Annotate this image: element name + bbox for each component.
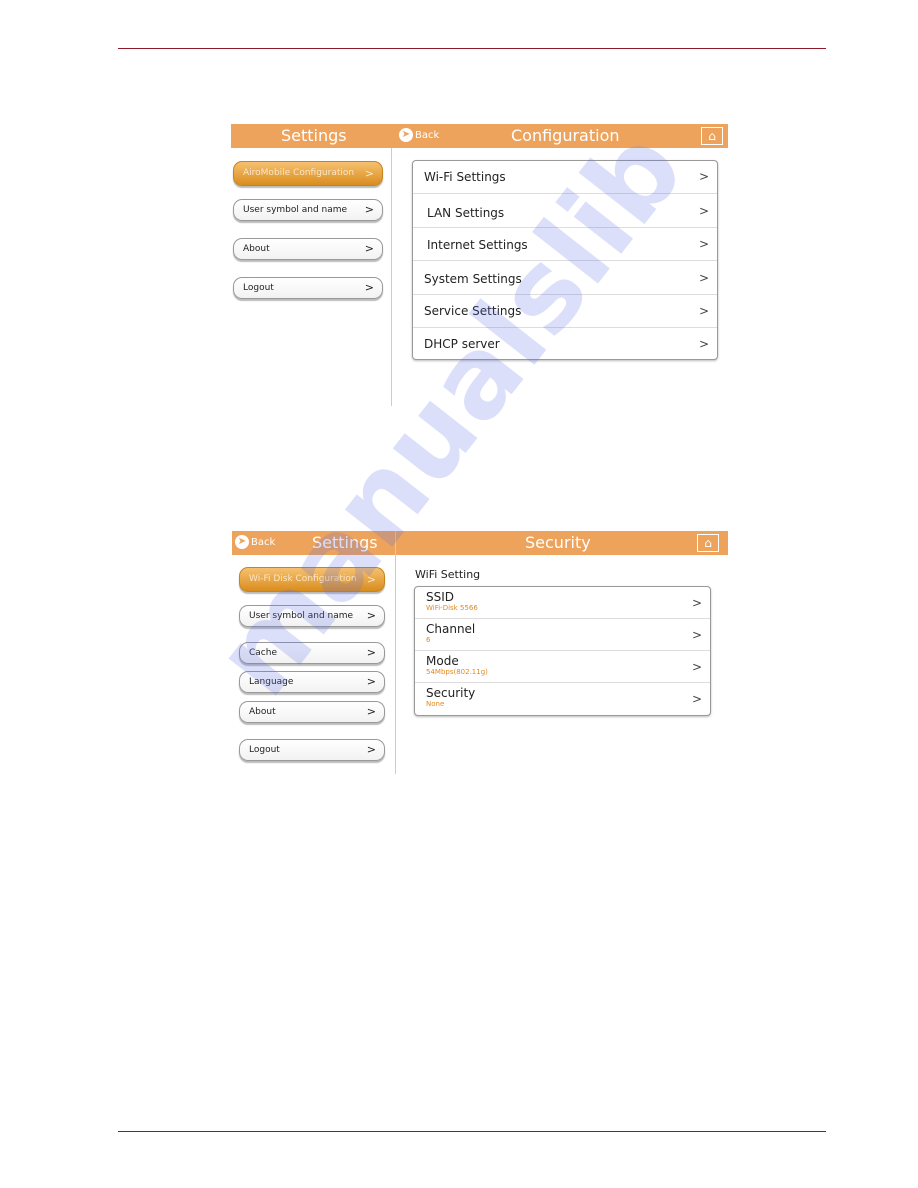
ssid-item[interactable]: SSID WiFi-Disk 5566 > [415,587,710,619]
sidebar-item-cache[interactable]: Cache > [239,642,385,664]
configuration-list: Wi-Fi Settings > LAN Settings > Internet S… [412,160,718,360]
back-arrow-icon: ➤ [235,535,249,549]
sidebar-item-logout[interactable]: Logout > [239,739,385,761]
internet-settings-item[interactable]: Internet Settings > [413,228,717,261]
chevron-right-icon: > [698,270,709,285]
sidebar-item-wifi-disk[interactable]: Wi-Fi Disk Configuration > [239,567,385,592]
back-button[interactable]: ➤ Back [399,128,439,142]
chevron-right-icon: > [698,237,709,251]
label: System Settings [424,272,522,286]
divider [395,531,396,774]
label: Wi-Fi Settings [424,170,506,184]
label: DHCP server [424,337,500,351]
label: About [243,244,270,254]
lan-settings-item[interactable]: LAN Settings > [413,194,717,228]
chevron-right-icon: > [366,705,376,718]
label: Logout [243,283,274,293]
header-bar: Settings ➤ Back Configuration ⌂ [231,124,728,148]
label: AiroMobile Configuration [243,168,355,178]
dhcp-server-item[interactable]: DHCP server > [413,328,717,359]
chevron-right-icon: > [698,336,709,351]
page-title: Security [525,533,591,552]
chevron-right-icon: > [364,203,374,216]
security-item[interactable]: Security None > [415,683,710,715]
chevron-right-icon: > [691,595,702,610]
page-title: Configuration [511,126,620,145]
chevron-right-icon: > [366,743,376,756]
chevron-right-icon: > [366,573,376,586]
wifi-settings-item[interactable]: Wi-Fi Settings > [413,161,717,194]
label: User symbol and name [243,205,348,215]
mode-item[interactable]: Mode 54Mbps(802.11g) > [415,651,710,683]
label: Wi-Fi Disk Configuration [249,574,357,584]
label: Mode [426,654,459,668]
configuration-screenshot: Settings ➤ Back Configuration ⌂ AiroMobil… [231,124,728,406]
chevron-right-icon: > [691,692,702,706]
value: 6 [426,636,431,644]
chevron-right-icon: > [366,646,376,659]
chevron-right-icon: > [364,167,374,180]
sidebar-item-airomobile[interactable]: AiroMobile Configuration > [233,161,383,186]
sidebar-item-user[interactable]: User symbol and name > [239,605,385,627]
home-icon[interactable]: ⌂ [697,534,719,552]
sidebar-item-logout[interactable]: Logout > [233,277,383,299]
label: Security [426,686,476,700]
back-arrow-icon: ➤ [399,128,413,142]
value: WiFi-Disk 5566 [426,604,478,612]
label: Channel [426,622,476,636]
top-rule [118,48,826,49]
service-settings-item[interactable]: Service Settings > [413,295,717,328]
back-label: Back [415,129,440,141]
home-icon[interactable]: ⌂ [701,127,723,145]
value: 54Mbps(802.11g) [426,668,488,676]
divider [391,148,392,406]
section-title: WiFi Setting [415,568,481,581]
label: About [249,707,276,717]
chevron-right-icon: > [698,203,709,218]
label: Internet Settings [427,238,528,252]
security-screenshot: ➤ Back Settings Security ⌂ Wi-Fi Disk Con… [232,531,728,774]
label: User symbol and name [249,611,354,621]
sidebar-item-language[interactable]: Language > [239,671,385,693]
back-label: Back [251,536,276,548]
sidebar-item-user[interactable]: User symbol and name > [233,199,383,221]
bottom-rule [118,1131,826,1132]
chevron-right-icon: > [364,281,374,294]
chevron-right-icon: > [698,169,709,184]
sidebar-item-about[interactable]: About > [239,701,385,723]
label: Service Settings [424,304,522,318]
settings-title: Settings [312,533,378,552]
wifi-setting-list: SSID WiFi-Disk 5566 > Channel 6 > Mode 54Mbps… [414,586,711,716]
label: SSID [426,590,455,604]
header-bar: ➤ Back Settings Security ⌂ [232,531,728,555]
label: LAN Settings [427,206,505,220]
chevron-right-icon: > [691,659,702,674]
label: Logout [249,745,280,755]
document-page: Settings ➤ Back Configuration ⌂ AiroMobil… [0,0,918,1188]
chevron-right-icon: > [366,675,376,688]
chevron-right-icon: > [698,304,709,318]
label: Language [249,677,294,687]
chevron-right-icon: > [366,609,376,622]
sidebar-item-about[interactable]: About > [233,238,383,260]
chevron-right-icon: > [691,627,702,642]
settings-title: Settings [281,126,347,145]
back-button[interactable]: ➤ Back [235,535,275,549]
label: Cache [249,648,277,658]
value: None [426,700,445,708]
chevron-right-icon: > [364,242,374,255]
system-settings-item[interactable]: System Settings > [413,261,717,295]
channel-item[interactable]: Channel 6 > [415,619,710,651]
